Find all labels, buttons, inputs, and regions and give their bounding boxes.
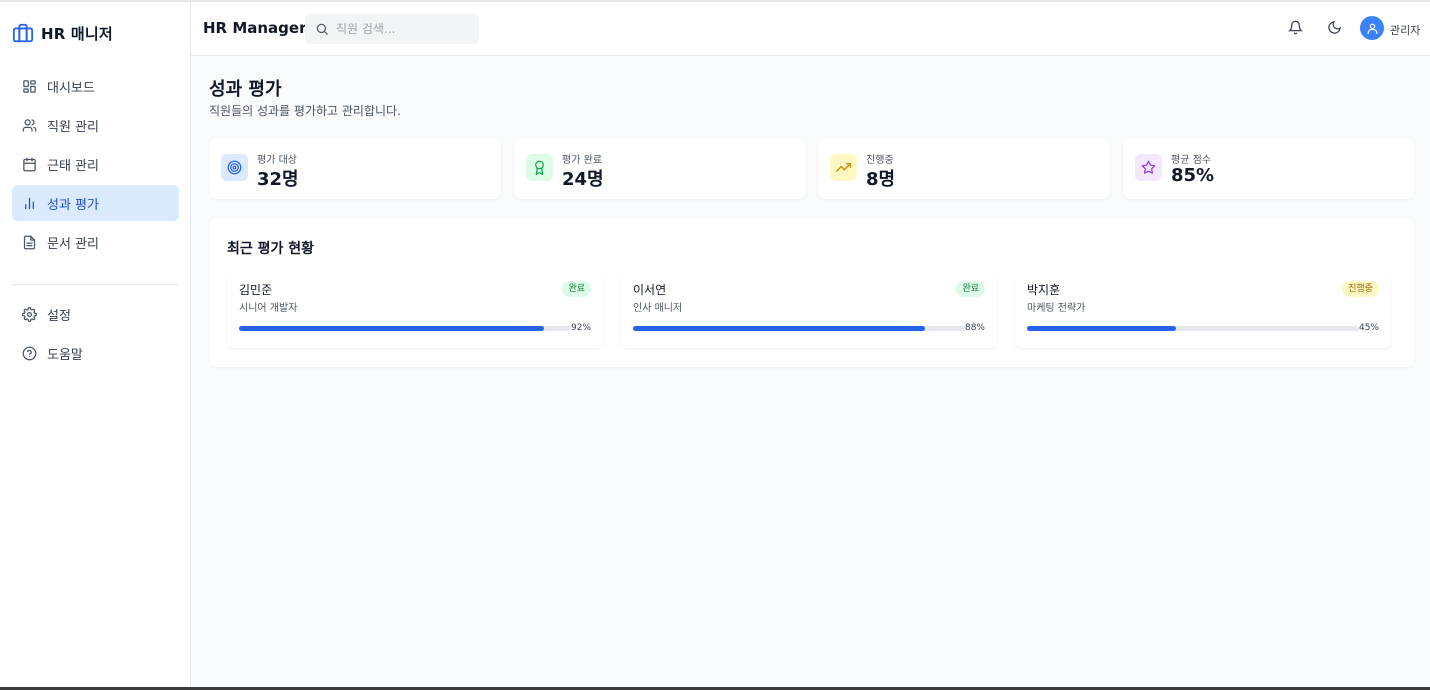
users-icon: [21, 117, 37, 133]
grid-icon: [21, 78, 37, 94]
sidebar-item-label: 근태 관리: [47, 158, 99, 174]
progress-percent: 88%: [964, 323, 985, 333]
award-icon: [526, 154, 553, 181]
sidebar-nav: 대시보드 직원 관리 근태 관리 성과 평가 문서 관리: [12, 68, 179, 263]
progress-fill: [239, 326, 545, 331]
search-box[interactable]: [305, 14, 479, 44]
app-title: HR Manager: [203, 19, 307, 37]
bell-icon[interactable]: [1287, 20, 1304, 39]
progress-bar: [1027, 326, 1359, 331]
help-icon: [21, 345, 37, 361]
progress-bar: [239, 326, 571, 331]
moon-icon[interactable]: [1327, 20, 1342, 39]
status-badge: 완료: [956, 281, 985, 297]
avatar[interactable]: [1360, 16, 1384, 40]
search-input[interactable]: [336, 22, 476, 36]
evaluation-card[interactable]: 박지훈 마케팅 전략가 진행중 45%: [1015, 274, 1391, 348]
sidebar-item-attendance[interactable]: 근태 관리: [12, 146, 179, 182]
sidebar-item-performance[interactable]: 성과 평가: [12, 185, 179, 221]
employee-role: 마케팅 전략가: [1027, 303, 1086, 314]
page-subtitle: 직원들의 성과를 평가하고 관리합니다.: [209, 104, 401, 118]
file-icon: [21, 234, 37, 250]
sidebar-item-label: 성과 평가: [47, 197, 99, 213]
sidebar-item-label: 대시보드: [47, 80, 95, 96]
stat-label: 평가 대상: [257, 155, 297, 166]
progress-bar: [633, 326, 965, 331]
trending-up-icon: [830, 154, 857, 181]
stat-card-targets: 평가 대상 32명: [209, 138, 501, 199]
star-icon: [1135, 154, 1162, 181]
progress-percent: 45%: [1358, 323, 1379, 333]
sidebar-item-label: 문서 관리: [47, 236, 99, 252]
briefcase-icon: [12, 22, 34, 44]
sidebar-item-settings[interactable]: 설정: [12, 296, 179, 332]
evaluation-card[interactable]: 김민준 시니어 개발자 완료 92%: [227, 274, 603, 348]
bar-chart-icon: [21, 195, 37, 211]
recent-evaluations-panel: 최근 평가 현황 김민준 시니어 개발자 완료 92% 이서연 인사 매니저 완…: [209, 218, 1415, 367]
sidebar-item-help[interactable]: 도움말: [12, 335, 179, 371]
sidebar-item-label: 도움말: [47, 347, 83, 363]
sidebar-item-label: 설정: [47, 308, 71, 324]
panel-title: 최근 평가 현황: [227, 241, 315, 257]
target-icon: [221, 154, 248, 181]
stat-value: 32명: [257, 169, 299, 190]
page-title: 성과 평가: [209, 79, 282, 100]
status-badge: 완료: [562, 281, 591, 297]
employee-role: 인사 매니저: [633, 303, 683, 314]
stat-value: 24명: [562, 169, 604, 190]
stat-card-average: 평균 점수 85%: [1123, 138, 1415, 199]
brand[interactable]: HR 매니저: [12, 22, 113, 44]
sidebar-item-dashboard[interactable]: 대시보드: [12, 68, 179, 104]
progress-fill: [633, 326, 926, 331]
progress-fill: [1027, 326, 1177, 331]
user-icon: [1364, 20, 1380, 36]
employee-name: 김민준: [239, 283, 273, 297]
sidebar-item-label: 직원 관리: [47, 119, 99, 135]
stat-card-completed: 평가 완료 24명: [514, 138, 806, 199]
top-header: HR Manager 관리자: [191, 2, 1430, 56]
stat-label: 평균 점수: [1171, 155, 1211, 166]
calendar-icon: [21, 156, 37, 172]
employee-name: 박지훈: [1027, 283, 1061, 297]
sidebar-item-documents[interactable]: 문서 관리: [12, 224, 179, 260]
stat-label: 평가 완료: [562, 155, 602, 166]
employee-role: 시니어 개발자: [239, 303, 298, 314]
sidebar-item-employees[interactable]: 직원 관리: [12, 107, 179, 143]
stat-value: 8명: [866, 169, 896, 190]
status-badge: 진행중: [1342, 281, 1379, 297]
sidebar-bottom-nav: 설정 도움말: [12, 296, 179, 374]
sidebar: HR 매니저 대시보드 직원 관리 근태 관리 성과 평가 문서 관리 설정 도…: [0, 2, 191, 687]
employee-name: 이서연: [633, 283, 667, 297]
evaluation-card[interactable]: 이서연 인사 매니저 완료 88%: [621, 274, 997, 348]
progress-percent: 92%: [570, 323, 591, 333]
stat-label: 진행중: [866, 155, 894, 166]
gear-icon: [21, 306, 37, 322]
stat-card-in-progress: 진행중 8명: [818, 138, 1110, 199]
stat-value: 85%: [1171, 165, 1215, 186]
sidebar-divider: [12, 284, 179, 285]
user-name[interactable]: 관리자: [1390, 22, 1420, 38]
brand-title: HR 매니저: [41, 24, 113, 43]
search-icon: [314, 21, 330, 37]
